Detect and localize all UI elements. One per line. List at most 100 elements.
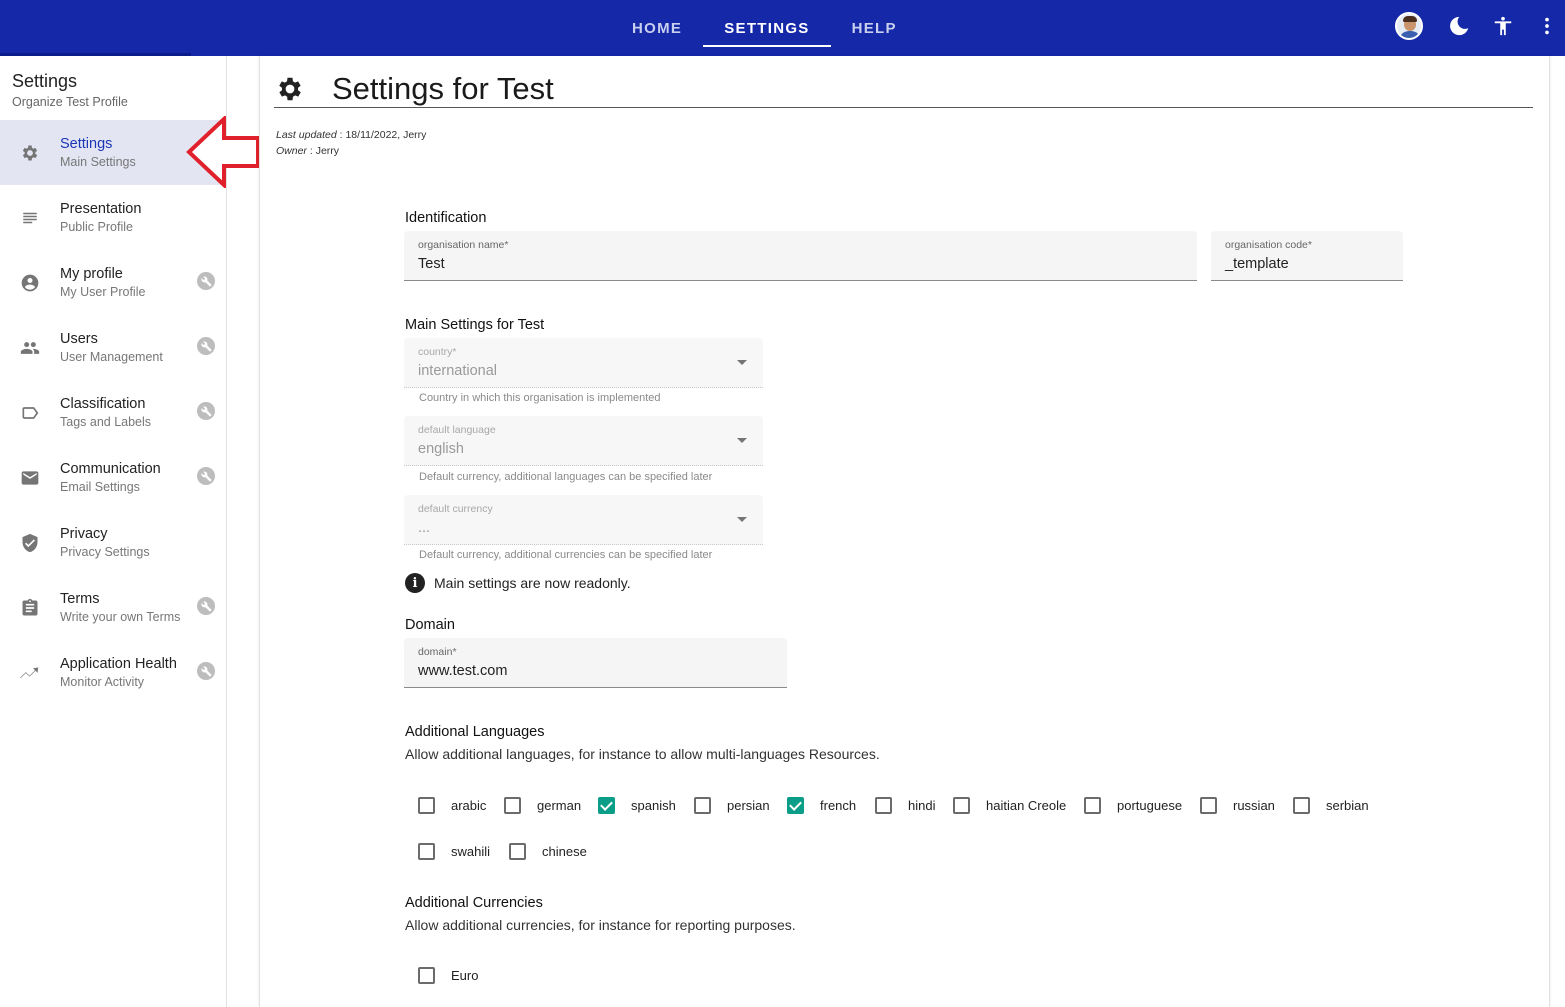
sidebar-item-terms[interactable]: Terms Write your own Terms [0, 575, 226, 640]
field-label: organisation name* [418, 239, 509, 251]
field-value: international [418, 363, 497, 379]
tab-help[interactable]: HELP [831, 0, 918, 56]
info-icon: i [405, 573, 425, 593]
field-label: country* [418, 346, 457, 358]
mail-icon [0, 468, 60, 488]
checkbox-label: swahili [451, 844, 491, 859]
language-checkbox-french[interactable]: french [787, 797, 856, 814]
checkbox-label: french [820, 798, 857, 813]
checkbox-label: russian [1233, 798, 1275, 813]
checkbox[interactable] [504, 797, 521, 814]
sidebar-title: Settings [12, 71, 78, 91]
checkbox[interactable] [418, 797, 435, 814]
country-hint: Country in which this organisation is im… [419, 392, 661, 404]
checkbox-label: chinese [542, 844, 587, 859]
top-app-bar: HOME SETTINGS HELP [0, 0, 1565, 56]
checkbox-label: persian [727, 798, 770, 813]
language-checkbox-chinese[interactable]: chinese [509, 843, 587, 860]
checkbox[interactable] [875, 797, 892, 814]
tab-settings[interactable]: SETTINGS [703, 0, 832, 56]
sidebar-item-users[interactable]: Users User Management [0, 315, 226, 380]
avatar[interactable] [1395, 12, 1423, 40]
main-settings-title: Main Settings for Test [405, 317, 545, 333]
account-circle-icon [0, 273, 60, 293]
domain-field[interactable]: domain* www.test.com [404, 638, 787, 688]
language-hint: Default currency, additional languages c… [419, 471, 713, 483]
currency-checkbox-euro[interactable]: Euro [418, 967, 478, 984]
language-checkbox-hindi[interactable]: hindi [875, 797, 935, 814]
clipboard-icon [0, 598, 60, 618]
top-bar-actions [1395, 12, 1565, 40]
sidebar-item-communication[interactable]: Communication Email Settings [0, 445, 226, 510]
identification-title: Identification [405, 210, 487, 226]
sidebar-item-desc: Public Profile [60, 220, 133, 234]
last-updated-value: : 18/11/2022, Jerry [336, 129, 427, 141]
gear-icon [274, 73, 306, 105]
language-checkbox-german[interactable]: german [504, 797, 581, 814]
currencies-desc: Allow additional currencies, for instanc… [405, 917, 796, 933]
checkbox[interactable] [418, 843, 435, 860]
language-checkbox-swahili[interactable]: swahili [418, 843, 490, 860]
accessibility-icon[interactable] [1491, 14, 1515, 38]
field-value: _template [1225, 256, 1289, 272]
wrench-icon [197, 402, 215, 420]
checkbox[interactable] [694, 797, 711, 814]
organisation-code-field[interactable]: organisation code* _template [1211, 231, 1403, 281]
language-checkbox-serbian[interactable]: serbian [1293, 797, 1369, 814]
page-title: Settings for Test [332, 70, 554, 106]
sidebar-item-presentation[interactable]: Presentation Public Profile [0, 185, 226, 250]
checkbox[interactable] [1200, 797, 1217, 814]
page-meta: Last updated : 18/11/2022, Jerry Owner :… [276, 127, 426, 159]
checkbox[interactable] [418, 967, 435, 984]
checkbox[interactable] [509, 843, 526, 860]
checkbox-label: arabic [451, 798, 487, 813]
language-checkbox-persian[interactable]: persian [694, 797, 770, 814]
checkbox[interactable] [598, 797, 615, 814]
chevron-down-icon [737, 517, 747, 522]
field-value: www.test.com [418, 663, 508, 679]
field-label: default language [418, 424, 496, 436]
organisation-name-field[interactable]: organisation name* Test [404, 231, 1197, 281]
wrench-icon [197, 467, 215, 485]
checkbox-label: german [537, 798, 582, 813]
sidebar: Settings Organize Test Profile Settings … [0, 56, 227, 1007]
sidebar-item-classification[interactable]: Classification Tags and Labels [0, 380, 226, 445]
domain-title: Domain [405, 617, 455, 633]
checkbox-label: portuguese [1117, 798, 1183, 813]
field-value: ... [418, 520, 431, 536]
more-vert-icon[interactable] [1535, 14, 1559, 38]
sidebar-item-label: Privacy [60, 526, 108, 542]
languages-desc: Allow additional languages, for instance… [405, 746, 880, 762]
language-checkbox-arabic[interactable]: arabic [418, 797, 486, 814]
sidebar-item-label: Presentation [60, 201, 142, 217]
checkbox-label: Euro [451, 968, 479, 983]
default-language-select: default language english [404, 416, 763, 466]
page-header: Settings for Test [274, 70, 1533, 108]
sidebar-item-application-health[interactable]: Application Health Monitor Activity [0, 640, 226, 705]
wrench-icon [197, 662, 215, 680]
trending-icon [0, 662, 60, 684]
language-checkbox-spanish[interactable]: spanish [598, 797, 676, 814]
checkbox[interactable] [787, 797, 804, 814]
checkbox[interactable] [1084, 797, 1101, 814]
sidebar-item-privacy[interactable]: Privacy Privacy Settings [0, 510, 226, 575]
tab-home[interactable]: HOME [611, 0, 703, 56]
checkbox[interactable] [953, 797, 970, 814]
language-checkbox-russian[interactable]: russian [1200, 797, 1275, 814]
top-navigation: HOME SETTINGS HELP [611, 0, 918, 56]
language-checkbox-haitian-creole[interactable]: haitian Creole [953, 797, 1066, 814]
dark-mode-moon-icon[interactable] [1447, 14, 1471, 38]
checkbox[interactable] [1293, 797, 1310, 814]
sidebar-subtitle: Organize Test Profile [12, 95, 128, 109]
country-select: country* international [404, 338, 763, 388]
default-currency-select: default currency ... [404, 495, 763, 545]
gear-icon [0, 143, 60, 163]
people-icon [0, 338, 60, 358]
readonly-note: i Main settings are now readonly. [405, 573, 631, 593]
owner-value: : Jerry [306, 145, 340, 157]
currency-hint: Default currency, additional currencies … [419, 549, 713, 561]
wrench-icon [197, 337, 215, 355]
sidebar-item-my-profile[interactable]: My profile My User Profile [0, 250, 226, 315]
checkbox-label: hindi [908, 798, 936, 813]
language-checkbox-portuguese[interactable]: portuguese [1084, 797, 1182, 814]
